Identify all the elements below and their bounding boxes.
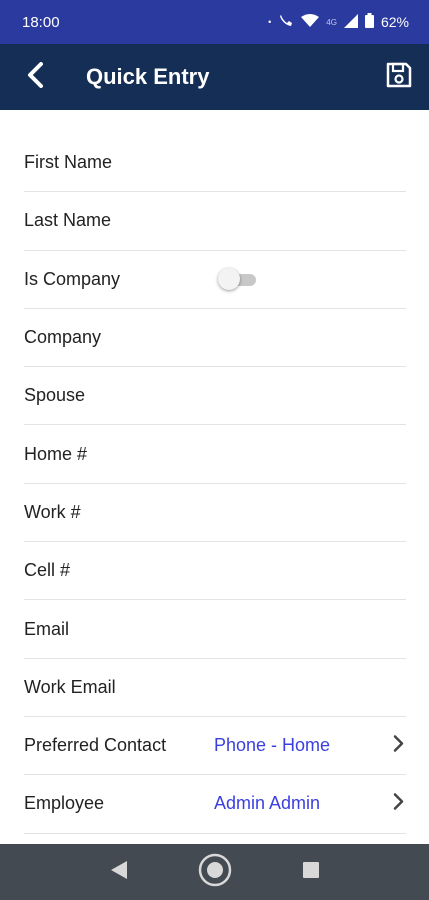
nav-home-circle-icon bbox=[198, 853, 232, 892]
work-email-field[interactable]: Work Email bbox=[24, 659, 406, 717]
battery-icon bbox=[364, 13, 374, 31]
field-label: Home # bbox=[24, 443, 88, 464]
toggle-knob bbox=[218, 268, 240, 291]
first-name-field[interactable]: First Name bbox=[24, 134, 406, 193]
nav-recents-square-icon bbox=[302, 861, 320, 884]
field-label: First Name bbox=[24, 152, 113, 173]
quick-entry-form: First Name Last Name Is Company Company … bbox=[24, 134, 406, 834]
battery-percent: 62% bbox=[380, 14, 409, 30]
cell-phone-field[interactable]: Cell # bbox=[24, 542, 406, 601]
is-company-row: Is Company bbox=[24, 251, 406, 309]
field-label: Preferred Contact bbox=[24, 735, 167, 756]
wifi-icon bbox=[301, 13, 320, 31]
status-icons: • 4G 62% bbox=[268, 13, 409, 32]
chevron-right-icon bbox=[392, 734, 404, 757]
spouse-field[interactable]: Spouse bbox=[24, 367, 406, 426]
nav-back-triangle-icon bbox=[110, 860, 128, 885]
lte-label: 4G bbox=[326, 17, 337, 27]
chevron-right-icon bbox=[392, 792, 404, 815]
field-label: Company bbox=[24, 327, 102, 348]
field-label: Work Email bbox=[24, 676, 116, 697]
home-phone-field[interactable]: Home # bbox=[24, 425, 406, 484]
nav-home-button[interactable] bbox=[198, 853, 232, 892]
employee-value: Admin Admin bbox=[214, 793, 321, 814]
last-name-field[interactable]: Last Name bbox=[24, 192, 406, 251]
nav-back-button[interactable] bbox=[110, 860, 128, 885]
notification-dot-icon: • bbox=[268, 17, 272, 27]
field-label: Work # bbox=[24, 501, 81, 522]
chevron-left-icon bbox=[26, 61, 44, 93]
field-label: Employee bbox=[24, 793, 105, 814]
page-title: Quick Entry bbox=[86, 64, 210, 89]
system-nav-bar bbox=[0, 844, 429, 900]
email-field[interactable]: Email bbox=[24, 600, 406, 659]
employee-select[interactable]: Employee Admin Admin bbox=[24, 775, 406, 834]
app-bar: Quick Entry bbox=[0, 44, 429, 110]
signal-icon bbox=[343, 13, 358, 31]
preferred-contact-select[interactable]: Preferred Contact Phone - Home bbox=[24, 717, 406, 776]
save-icon bbox=[385, 61, 413, 94]
status-bar: 18:00 • 4G 62% bbox=[0, 0, 429, 44]
field-label: Is Company bbox=[24, 268, 121, 289]
wifi-call-icon bbox=[278, 13, 294, 32]
is-company-toggle[interactable] bbox=[218, 267, 256, 291]
field-label: Spouse bbox=[24, 385, 86, 406]
field-label: Email bbox=[24, 618, 70, 639]
preferred-contact-value: Phone - Home bbox=[214, 735, 331, 756]
save-button[interactable] bbox=[369, 44, 429, 110]
back-button[interactable] bbox=[0, 44, 70, 110]
field-label: Cell # bbox=[24, 560, 71, 581]
company-field[interactable]: Company bbox=[24, 309, 406, 368]
status-time: 18:00 bbox=[22, 13, 60, 31]
field-label: Last Name bbox=[24, 210, 112, 231]
nav-recents-button[interactable] bbox=[302, 861, 320, 884]
work-phone-field[interactable]: Work # bbox=[24, 484, 406, 543]
